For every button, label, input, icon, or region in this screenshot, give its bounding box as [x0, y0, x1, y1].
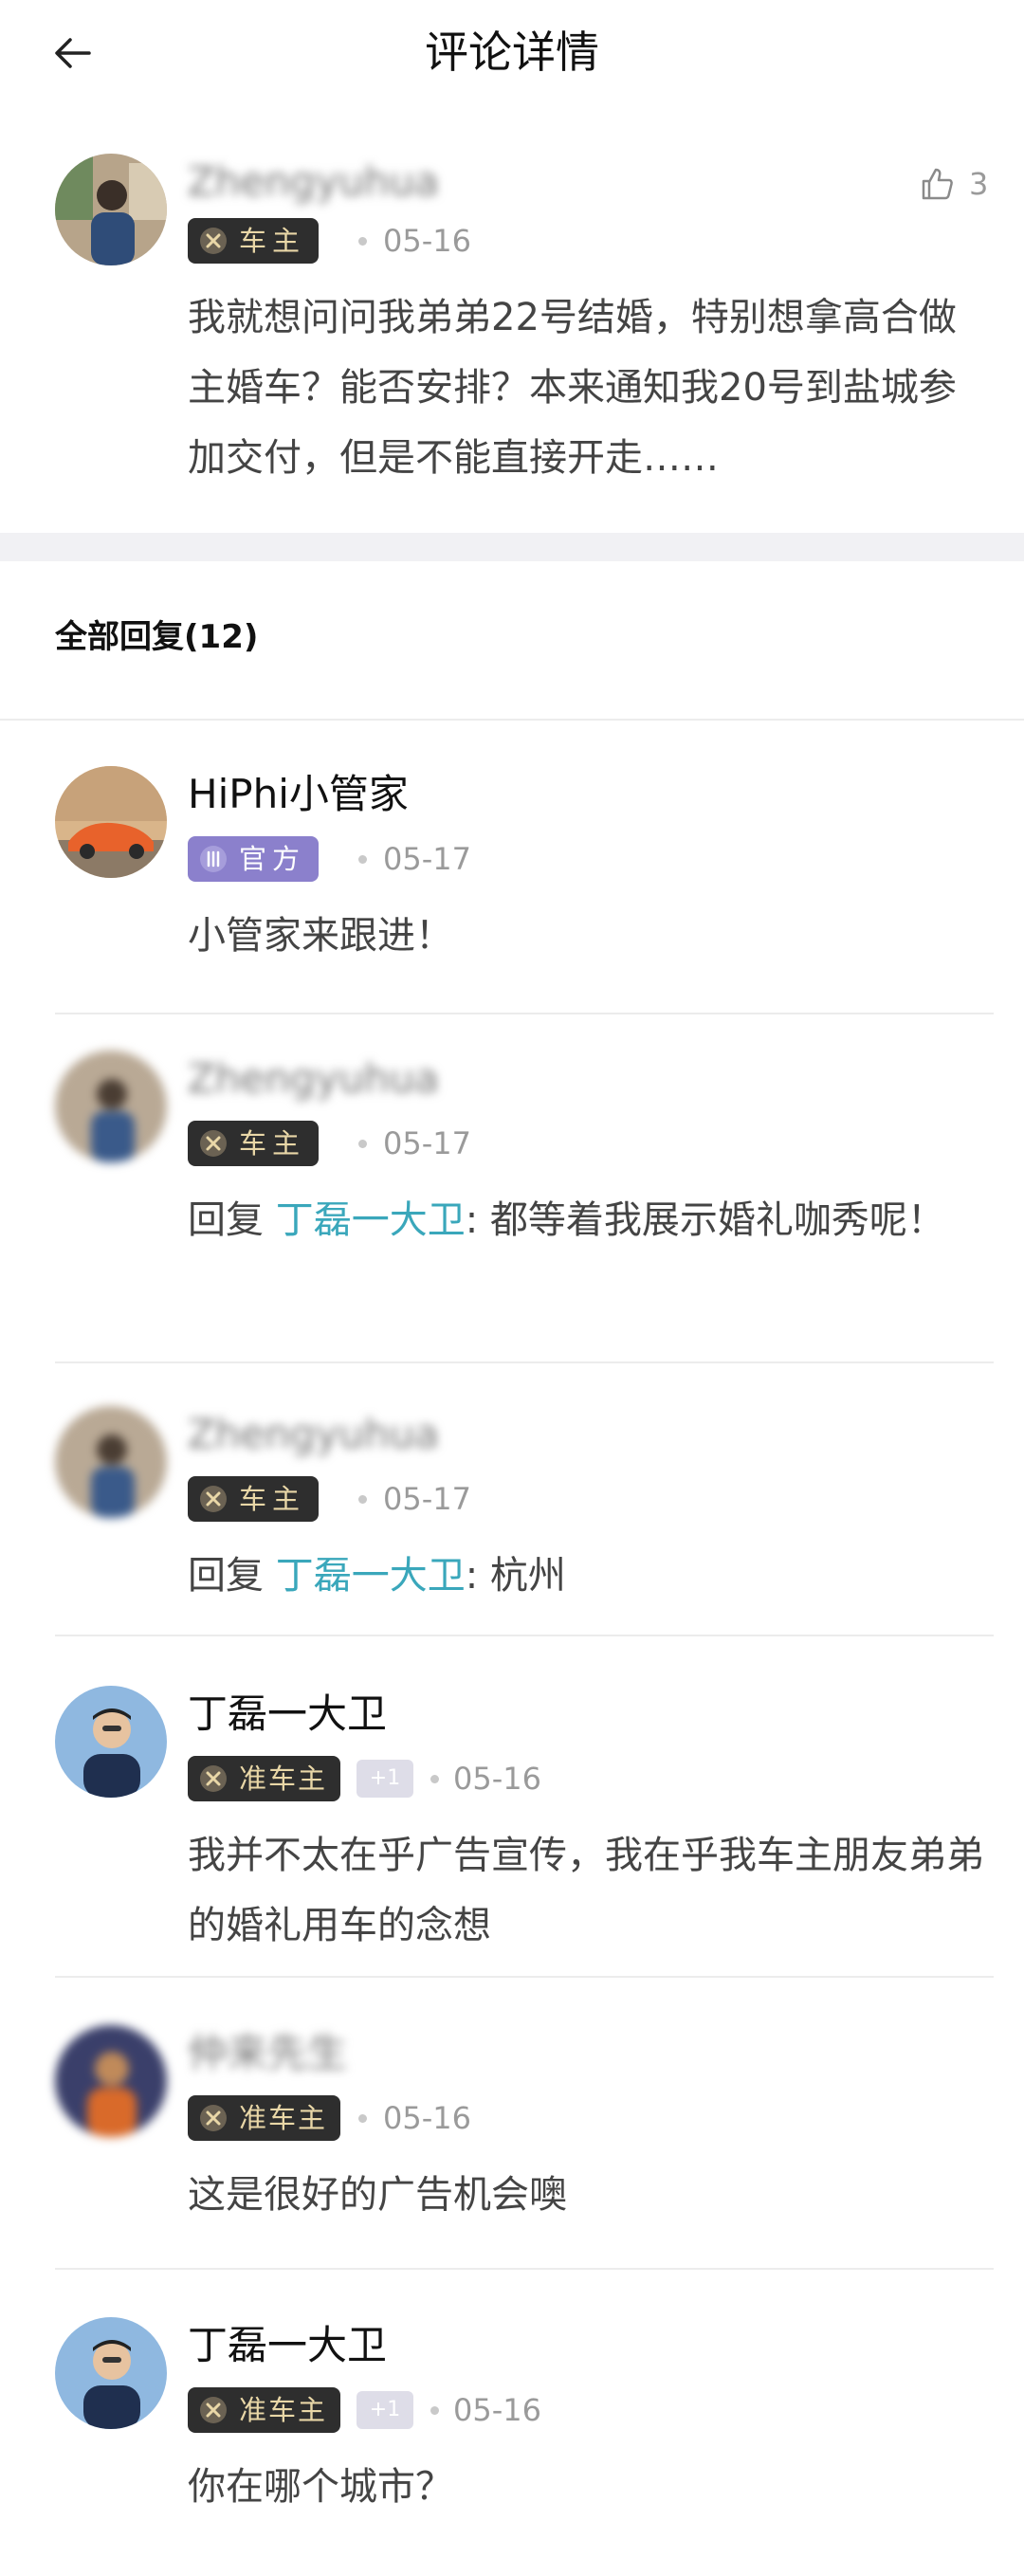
hiphi-x-icon: [200, 228, 227, 254]
separator-dot: [430, 1775, 439, 1783]
reply-text: : 杭州: [465, 1554, 566, 1598]
badge-label: 车主: [239, 225, 306, 257]
hiphi-x-icon: [200, 1486, 227, 1512]
separator-dot: [358, 237, 367, 246]
pre-owner-badge: 准车主: [188, 2387, 341, 2433]
owner-badge: 车主: [188, 1476, 320, 1522]
reply-prefix: 回复: [188, 1554, 276, 1598]
divider: [55, 2268, 994, 2270]
username[interactable]: 丁磊一大卫: [188, 1688, 387, 1741]
separator-dot: [358, 855, 367, 864]
reply-item: 丁磊一大卫 准车主 +1 05-16 你在哪个城市？: [0, 2310, 1024, 2566]
divider: [55, 1361, 994, 1363]
reply-item: 仲来先生 准车主 05-16 这是很好的广告机会噢: [0, 2018, 1024, 2264]
separator-dot: [358, 1495, 367, 1504]
replies-header: 全部回复(12): [55, 618, 259, 656]
badge-label: 车主: [239, 1483, 306, 1515]
username[interactable]: 丁磊一大卫: [188, 2319, 387, 2372]
owner-badge: 车主: [188, 1121, 320, 1166]
reply-content: 你在哪个城市？: [188, 2465, 453, 2509]
hiphi-logo-icon: [200, 846, 227, 872]
username[interactable]: 仲来先生: [188, 2027, 347, 2080]
separator-dot: [358, 2114, 367, 2123]
plus-tag: +1: [357, 2391, 413, 2429]
reply-date: 05-16: [453, 1761, 541, 1797]
separator-dot: [358, 1140, 367, 1148]
divider: [55, 1976, 994, 1978]
reply-content: 回复 丁磊一大卫: 杭州: [188, 1541, 994, 1611]
avatar[interactable]: [55, 766, 167, 878]
reply-date: 05-17: [383, 1481, 471, 1517]
reply-content: 回复 丁磊一大卫: 都等着我展示婚礼咖秀呢！: [188, 1185, 994, 1255]
reply-item: HiPhi小管家 官方 05-17 小管家来跟进！: [0, 758, 1024, 1014]
username[interactable]: Zhengyuhua: [188, 155, 439, 209]
avatar[interactable]: [55, 154, 167, 265]
avatar[interactable]: [55, 1050, 167, 1162]
reply-item: Zhengyuhua 车主 05-17 回复 丁磊一大卫: 都等着我展示婚礼咖秀…: [0, 1043, 1024, 1356]
badge-label: 车主: [239, 1127, 306, 1160]
hiphi-x-icon: [200, 1130, 227, 1157]
username[interactable]: Zhengyuhua: [188, 1408, 439, 1461]
reply-date: 05-17: [383, 1125, 471, 1161]
hiphi-x-icon: [200, 2105, 227, 2131]
mention-link[interactable]: 丁磊一大卫: [276, 1554, 466, 1598]
pre-owner-badge: 准车主: [188, 2095, 341, 2141]
main-comment: Zhengyuhua 车主 05-16 3 我就想问问我弟弟22号结婚，特别想拿…: [0, 142, 1024, 521]
reply-date: 05-17: [383, 841, 471, 877]
reply-content: 这是很好的广告机会噢: [188, 2173, 567, 2217]
separator-dot: [430, 2406, 439, 2415]
badge-label: 官方: [239, 843, 306, 875]
thumbs-up-icon[interactable]: [918, 165, 956, 203]
divider: [55, 1635, 994, 1636]
plus-tag: +1: [357, 1760, 413, 1798]
avatar[interactable]: [55, 1406, 167, 1518]
pre-owner-badge: 准车主: [188, 1756, 341, 1801]
reply-date: 05-16: [383, 2100, 471, 2136]
owner-badge: 车主: [188, 218, 320, 264]
like-count: 3: [969, 166, 989, 202]
reply-item: Zhengyuhua 车主 05-17 回复 丁磊一大卫: 杭州: [0, 1398, 1024, 1635]
reply-item: 丁磊一大卫 准车主 +1 05-16 我并不太在乎广告宣传，我在乎我车主朋友弟弟…: [0, 1678, 1024, 1982]
hiphi-x-icon: [200, 1765, 227, 1792]
username[interactable]: HiPhi小管家: [188, 768, 409, 821]
badge-label: 准车主: [239, 1763, 328, 1795]
avatar[interactable]: [55, 1686, 167, 1798]
divider: [55, 1013, 994, 1014]
comment-content: 我就想问问我弟弟22号结婚，特别想拿高合做主婚车？能否安排？本来通知我20号到盐…: [188, 296, 957, 480]
avatar[interactable]: [55, 2025, 167, 2137]
section-separator: [0, 533, 1024, 561]
hiphi-x-icon: [200, 2397, 227, 2423]
reply-content: 小管家来跟进！: [188, 914, 453, 958]
avatar[interactable]: [55, 2317, 167, 2429]
reply-text: : 都等着我展示婚礼咖秀呢！: [465, 1198, 945, 1242]
reply-content: 我并不太在乎广告宣传，我在乎我车主朋友弟弟的婚礼用车的念想: [188, 1834, 984, 1947]
official-badge: 官方: [188, 836, 320, 882]
badge-label: 准车主: [239, 2102, 328, 2134]
page-title: 评论详情: [425, 27, 599, 78]
reply-date: 05-16: [453, 2392, 541, 2428]
comment-date: 05-16: [383, 223, 471, 259]
reply-prefix: 回复: [188, 1198, 276, 1242]
mention-link[interactable]: 丁磊一大卫: [276, 1198, 466, 1242]
badge-label: 准车主: [239, 2394, 328, 2426]
username[interactable]: Zhengyuhua: [188, 1052, 439, 1105]
divider: [0, 719, 1024, 721]
top-bar: 评论详情: [0, 0, 1024, 104]
